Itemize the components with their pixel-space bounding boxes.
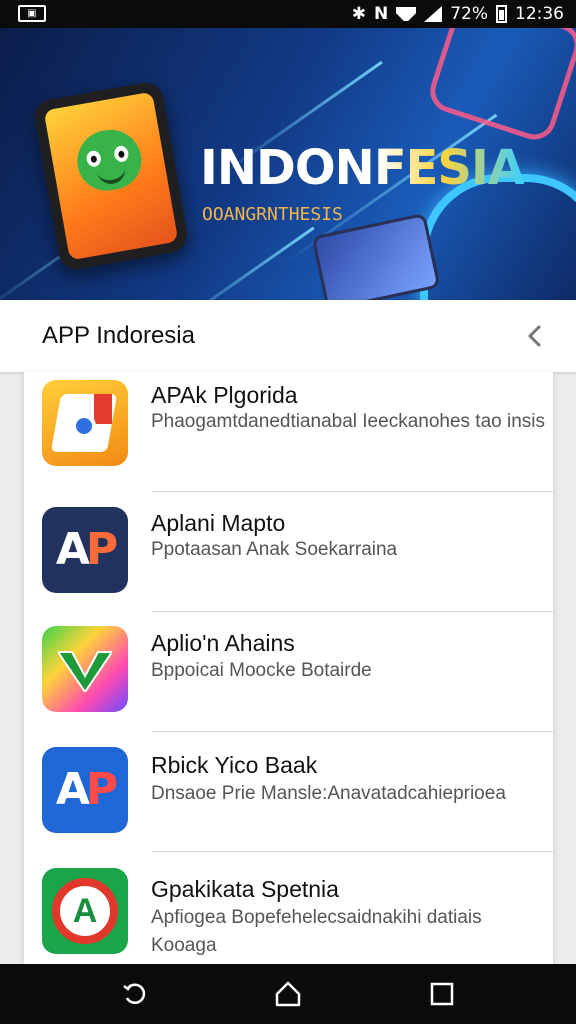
- app-description: Phaogamtdanedtianabal Ieeckanohes tao in…: [151, 411, 546, 432]
- app-name: APAk Plgorida: [151, 382, 298, 408]
- clock: 12:36: [515, 4, 564, 24]
- app-description: Ppotaasan Anak Soekarraina: [151, 539, 398, 560]
- app-list: APAk Plgorida Phaogamtdanedtianabal Ieec…: [24, 372, 553, 964]
- back-icon[interactable]: [120, 980, 148, 1008]
- bluetooth-icon: ✱: [351, 4, 366, 24]
- list-item[interactable]: A Gpakikata Spetnia Apfiogea Bopefehelec…: [24, 852, 553, 964]
- app-description: Bppoicai Moocke Botairde: [151, 660, 372, 681]
- carrier-icon: N: [373, 4, 389, 24]
- battery-percent: 72%: [450, 4, 488, 24]
- recent-apps-icon[interactable]: [428, 980, 456, 1008]
- hero-title: INDONFESIA: [200, 140, 525, 196]
- ap-logo-icon: AP: [42, 507, 128, 593]
- section-header: APP Indoresia: [0, 300, 576, 372]
- battery-icon: [496, 5, 507, 23]
- ap-logo-icon: AP: [42, 747, 128, 833]
- app-name: Aplani Mapto: [151, 510, 286, 536]
- hero-subtitle: OOANGRNTHESIS: [202, 204, 343, 225]
- smartphone-illustration: [311, 212, 441, 300]
- list-item[interactable]: APAk Plgorida Phaogamtdanedtianabal Ieec…: [24, 372, 553, 492]
- navigation-bar: [0, 964, 576, 1024]
- app-name: Gpakikata Spetnia: [151, 876, 339, 902]
- app-description: Apfiogea Bopefehelecsaidnakihi datiais K…: [151, 907, 482, 956]
- phone-mascot-illustration: [32, 80, 190, 272]
- list-item[interactable]: AP Aplani Mapto Ppotaasan Anak Soekarrai…: [24, 492, 553, 612]
- app-name: Aplio'n Ahains: [151, 630, 295, 656]
- signal-icon: [424, 6, 443, 22]
- list-item[interactable]: Aplio'n Ahains Bppoicai Moocke Botairde: [24, 612, 553, 732]
- hero-banner: INDONFESIA OOANGRNTHESIS: [0, 28, 576, 300]
- app-name: Rbick Yico Baak: [151, 752, 318, 778]
- list-item[interactable]: AP Rbick Yico Baak Dnsaoe Prie Mansle:An…: [24, 732, 553, 852]
- chevron-left-icon[interactable]: [524, 324, 546, 348]
- notification-icon: ▣: [18, 5, 46, 22]
- status-bar: ▣ ✱ N 72% 12:36: [0, 0, 576, 28]
- heart-mascot-icon: [72, 124, 146, 196]
- checkmark-icon: [42, 626, 128, 712]
- wifi-icon: [396, 7, 416, 21]
- a-logo-icon: A: [42, 868, 128, 954]
- browser-icon: [42, 380, 128, 466]
- section-title: APP Indoresia: [42, 322, 195, 349]
- home-icon[interactable]: [274, 980, 302, 1008]
- app-description: Dnsaoe Prie Mansle:Anavatadcahieprioea: [151, 783, 506, 804]
- decorative-frame: [424, 28, 576, 146]
- status-icons: ✱ N 72% 12:36: [352, 0, 564, 28]
